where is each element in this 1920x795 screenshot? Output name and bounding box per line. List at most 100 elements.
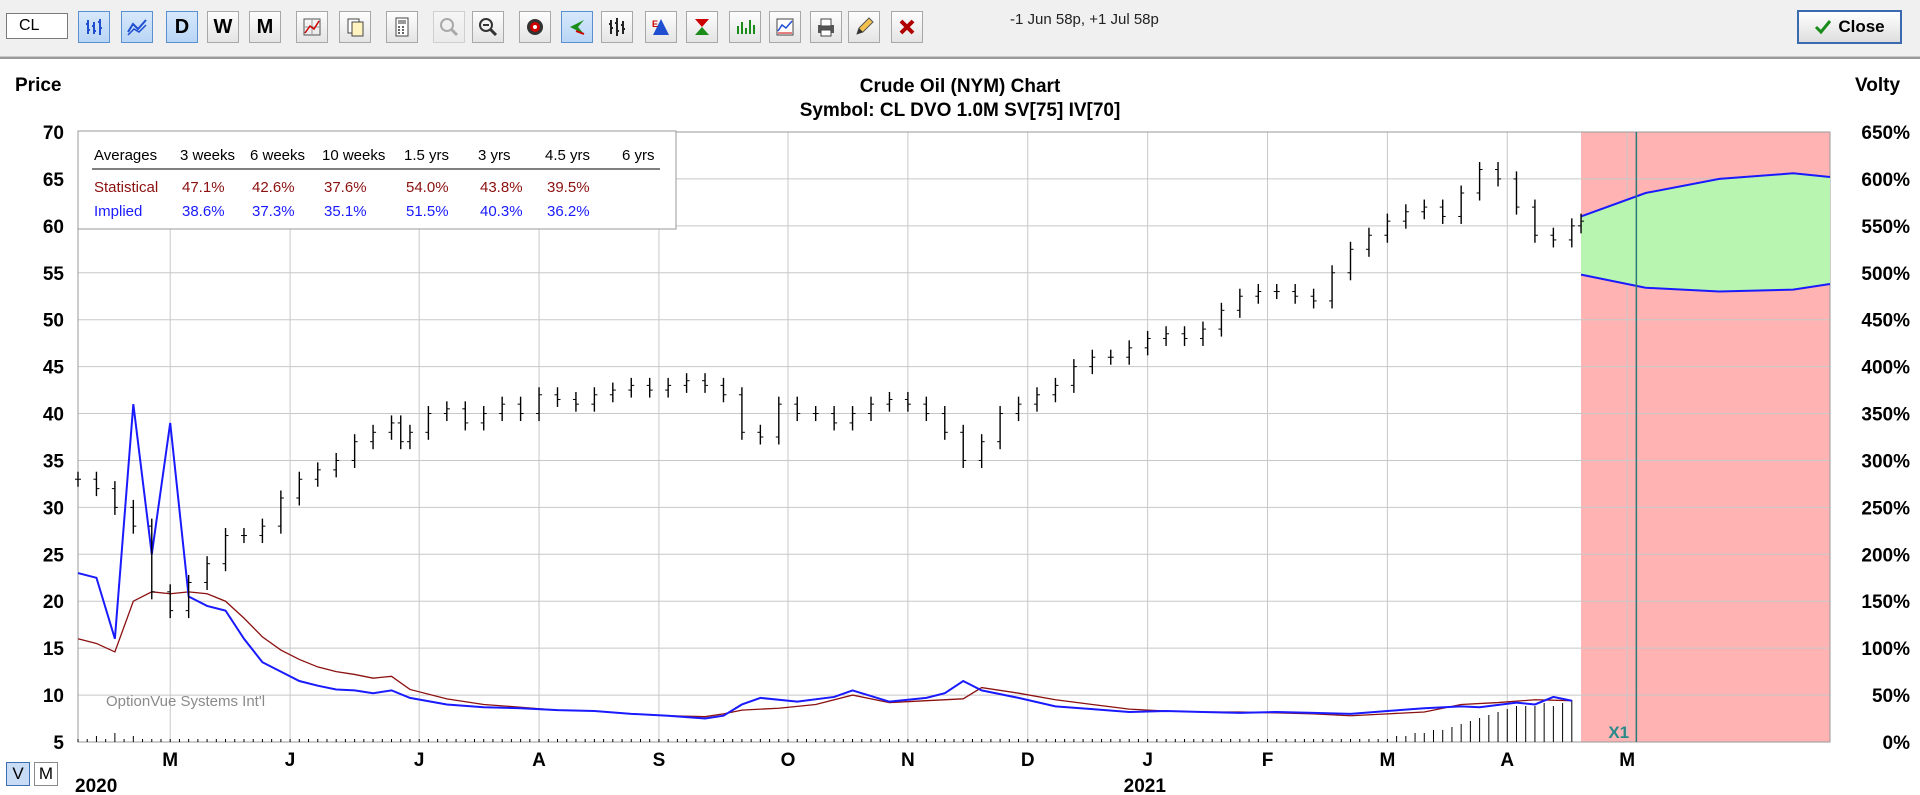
target-button[interactable]	[519, 11, 551, 43]
x-month-label: M	[1619, 750, 1635, 771]
price-volatility-chart[interactable]: X1 Price Volty Crude Oil (NYM) Chart Symbol:…	[0, 59, 1920, 795]
y-left-tick-label: 70	[43, 123, 64, 144]
chart-subtitle: Symbol: CL DVO 1.0M SV[75] IV[70]	[800, 100, 1121, 121]
period-daily-button[interactable]: D	[166, 11, 198, 43]
grid-chart-icon	[303, 18, 321, 36]
averages-value-cell: 43.8%	[480, 179, 523, 196]
print-button[interactable]	[810, 11, 842, 43]
x-month-label: J	[285, 750, 296, 771]
y-left-tick-label: 25	[43, 545, 65, 566]
grid-chart-button[interactable]	[296, 11, 328, 43]
averages-header-cell: 3 yrs	[478, 147, 511, 164]
checkmark-icon	[1815, 20, 1832, 35]
zoom-out-icon	[479, 18, 498, 37]
y-right-tick-label: 450%	[1861, 311, 1910, 332]
y-right-axis-title: Volty	[1855, 75, 1900, 96]
expiry-marker-label: X1	[1608, 723, 1629, 742]
trend-arrow-button[interactable]	[561, 11, 593, 43]
y-right-tick-label: 0%	[1883, 733, 1911, 754]
svg-text:E: E	[652, 19, 658, 29]
copy-icon	[347, 18, 364, 37]
indicator-chart-button[interactable]	[769, 11, 801, 43]
copy-button[interactable]	[339, 11, 371, 43]
averages-value-cell: 47.1%	[182, 179, 225, 196]
y-right-tick-label: 400%	[1861, 358, 1910, 379]
reversal-button[interactable]	[686, 11, 718, 43]
y-left-tick-label: 10	[43, 686, 64, 707]
x-month-label: N	[901, 750, 915, 771]
averages-value-cell: 42.6%	[252, 179, 295, 196]
y-left-tick-label: 20	[43, 592, 64, 613]
year-label: 2021	[1124, 776, 1167, 795]
y-right-tick-label: 250%	[1861, 498, 1910, 519]
ohlc-bars-button[interactable]	[601, 11, 633, 43]
averages-header-cell: Averages	[94, 147, 157, 164]
x-month-label: A	[1500, 750, 1514, 771]
printer-icon	[818, 18, 834, 37]
bar-chart-icon	[86, 19, 102, 35]
target-icon	[527, 19, 543, 35]
line-chart-icon	[127, 19, 147, 36]
chart-title: Crude Oil (NYM) Chart	[860, 76, 1061, 97]
zoom-in-button[interactable]	[433, 11, 465, 43]
close-button[interactable]: Close	[1797, 10, 1902, 44]
view-mode-m-button[interactable]: M	[34, 762, 58, 786]
toolbar: D W M E -1 Jun 58p, +1 Jul 5	[0, 0, 1920, 57]
y-right-tick-label: 150%	[1861, 592, 1910, 613]
calculator-button[interactable]	[386, 11, 418, 43]
x-month-label: D	[1021, 750, 1035, 771]
y-right-tick-label: 300%	[1861, 451, 1910, 472]
view-mode-v-button[interactable]: V	[6, 762, 30, 786]
volume-bars-icon	[737, 20, 755, 34]
chart-panel: X1 Price Volty Crude Oil (NYM) Chart Symbol:…	[0, 57, 1920, 795]
y-right-tick-label: 100%	[1861, 639, 1910, 660]
averages-header-cell: 10 weeks	[322, 147, 385, 164]
period-weekly-button[interactable]: W	[207, 11, 239, 43]
y-right-tick-label: 650%	[1861, 123, 1910, 144]
delete-button[interactable]	[891, 11, 923, 43]
pencil-button[interactable]	[848, 11, 880, 43]
hourglass-icon	[695, 19, 709, 35]
y-left-tick-label: 50	[43, 311, 64, 332]
y-left-tick-label: 40	[43, 405, 64, 426]
trend-arrow-icon	[570, 20, 585, 35]
period-monthly-button[interactable]: M	[249, 11, 281, 43]
averages-header-cell: 6 yrs	[622, 147, 655, 164]
zoom-out-button[interactable]	[472, 11, 504, 43]
averages-value-cell: 37.3%	[252, 203, 295, 220]
x-month-label: J	[414, 750, 425, 771]
volume-bars-button[interactable]	[729, 11, 761, 43]
y-left-tick-label: 55	[43, 264, 65, 285]
averages-value-cell: 54.0%	[406, 179, 449, 196]
averages-row-label: Statistical	[94, 179, 158, 196]
year-label: 2020	[75, 776, 117, 795]
averages-value-cell: 35.1%	[324, 203, 367, 220]
averages-header-cell: 6 weeks	[250, 147, 305, 164]
averages-value-cell: 39.5%	[547, 179, 590, 196]
zoom-in-icon	[440, 18, 459, 37]
calculator-icon	[395, 17, 409, 37]
y-left-tick-label: 35	[43, 451, 65, 472]
bar-chart-icon-button[interactable]	[78, 11, 110, 43]
x-month-label: A	[532, 750, 546, 771]
y-left-tick-label: 45	[43, 358, 65, 379]
y-right-tick-label: 50%	[1872, 686, 1910, 707]
y-left-tick-label: 30	[43, 498, 64, 519]
y-right-tick-label: 550%	[1861, 217, 1910, 238]
expected-move-button[interactable]: E	[645, 11, 677, 43]
x-month-label: J	[1142, 750, 1153, 771]
y-left-axis-title: Price	[15, 75, 61, 96]
y-right-tick-label: 350%	[1861, 405, 1910, 426]
y-left-tick-label: 15	[43, 639, 65, 660]
averages-value-cell: 38.6%	[182, 203, 225, 220]
averages-header-cell: 4.5 yrs	[545, 147, 590, 164]
y-left-tick-label: 60	[43, 217, 64, 238]
line-chart-icon-button[interactable]	[121, 11, 153, 43]
symbol-input[interactable]	[6, 13, 68, 39]
averages-value-cell: 37.6%	[324, 179, 367, 196]
pencil-icon	[856, 17, 874, 35]
x-month-label: S	[653, 750, 666, 771]
close-icon	[899, 19, 915, 35]
ohlc-bars-icon	[609, 18, 625, 36]
status-text: -1 Jun 58p, +1 Jul 58p	[1010, 11, 1159, 28]
